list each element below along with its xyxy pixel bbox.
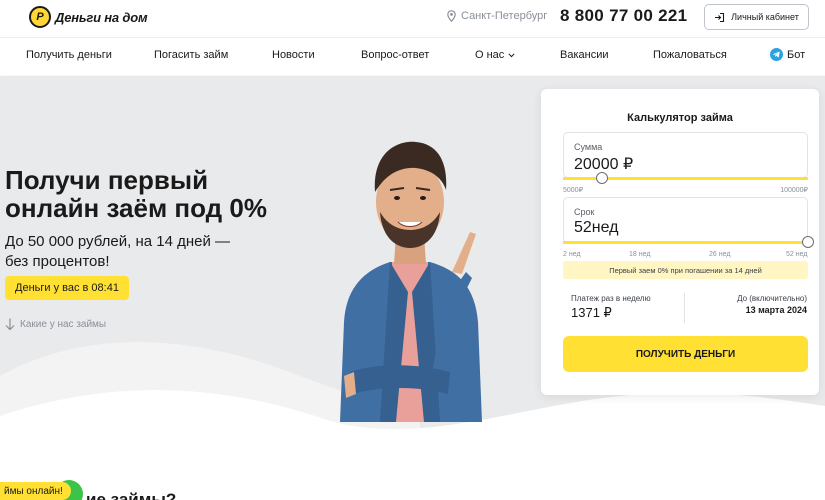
nav-item-vacancies[interactable]: Вакансии: [560, 49, 609, 61]
term-tick-label: 26 нед: [709, 251, 731, 258]
nav-item-repay-loan[interactable]: Погасить займ: [154, 49, 228, 61]
hero-loans-link[interactable]: Какие у нас займы: [5, 318, 106, 331]
amount-slider-thumb[interactable]: [595, 172, 608, 184]
nav-item-bot[interactable]: Бот: [770, 48, 805, 61]
zero-percent-promo: Первый заем 0% при погашении за 14 дней: [563, 261, 808, 279]
nav-item-label: Новости: [272, 49, 315, 61]
amount-max-label: 100000₽: [780, 187, 808, 194]
phone-number[interactable]: 8 800 77 00 221: [560, 6, 687, 26]
summary-divider: [684, 293, 685, 323]
loan-calculator: Калькулятор займа Сумма 20000 ₽ 5000₽ 10…: [541, 89, 819, 395]
term-value: 52нед: [574, 219, 619, 236]
nav-item-about[interactable]: О нас: [475, 49, 515, 61]
hero-subtitle: До 50 000 рублей, на 14 дней — без проце…: [5, 233, 231, 270]
logo-text: Деньги на дом: [55, 9, 148, 25]
smiling-man-illustration: [340, 141, 482, 422]
location-pin-icon: [447, 10, 456, 22]
hero-cta-button[interactable]: Деньги у вас в 08:41: [5, 276, 129, 300]
nav-item-label: Вопрос-ответ: [361, 49, 430, 61]
term-slider-thumb[interactable]: [802, 236, 814, 248]
hero-link-label: Какие у нас займы: [20, 319, 107, 330]
personal-cabinet-label: Личный кабинет: [731, 12, 799, 22]
nav-item-label: Бот: [787, 48, 806, 61]
logo-mark-icon: Р: [29, 6, 51, 28]
nav-item-get-money[interactable]: Получить деньги: [26, 49, 112, 61]
term-field[interactable]: Срок 52нед: [563, 197, 808, 243]
weekly-payment-label: Платеж раз в неделю: [571, 294, 651, 303]
nav-item-label: Погасить займ: [154, 49, 229, 61]
top-header: Р Деньги на дом Санкт-Петербург 8 800 77…: [0, 0, 825, 37]
hero-title: Получи первый онлайн заём под 0%: [5, 165, 267, 223]
amount-field[interactable]: Сумма 20000 ₽: [563, 132, 808, 178]
telegram-icon: [770, 48, 783, 61]
nav-item-label: О нас: [475, 49, 505, 61]
nav-item-label: Получить деньги: [26, 49, 112, 61]
main-navigation: Получить деньги Погасить займ Новости Во…: [0, 37, 825, 75]
term-tick-label: 18 нед: [629, 251, 651, 258]
term-tick-label: 2 нед: [563, 251, 581, 258]
calculator-title: Калькулятор займа: [627, 112, 733, 124]
weekly-payment-value: 1371 ₽: [571, 305, 612, 320]
get-money-button[interactable]: ПОЛУЧИТЬ ДЕНЬГИ: [563, 336, 808, 372]
term-tick-label: 52 нед: [786, 251, 808, 258]
brand-logo[interactable]: Р Деньги на дом: [29, 6, 148, 28]
personal-cabinet-button[interactable]: Личный кабинет: [704, 4, 809, 30]
nav-item-faq[interactable]: Вопрос-ответ: [361, 49, 429, 61]
nav-item-complaint[interactable]: Пожаловаться: [653, 49, 727, 61]
city-label: Санкт-Петербург: [461, 10, 548, 22]
amount-label: Сумма: [574, 142, 603, 152]
due-date-value: 13 марта 2024: [745, 305, 807, 315]
arrow-down-icon: [5, 318, 15, 331]
city-selector[interactable]: Санкт-Петербург: [447, 10, 547, 22]
amount-slider[interactable]: [563, 172, 808, 184]
chevron-down-icon: [508, 52, 515, 57]
term-slider[interactable]: [563, 236, 814, 248]
nav-item-label: Пожаловаться: [653, 49, 727, 61]
login-icon: [715, 12, 725, 22]
amount-min-label: 5000₽: [563, 187, 584, 194]
nav-item-label: Вакансии: [560, 49, 609, 61]
nav-item-news[interactable]: Новости: [272, 49, 315, 61]
term-label: Срок: [574, 207, 595, 217]
amount-value: 20000 ₽: [574, 156, 634, 173]
due-date-label: До (включительно): [737, 294, 807, 303]
section-heading-partial: ие займы?: [86, 490, 177, 500]
online-loans-badge: ймы онлайн!: [0, 482, 71, 500]
